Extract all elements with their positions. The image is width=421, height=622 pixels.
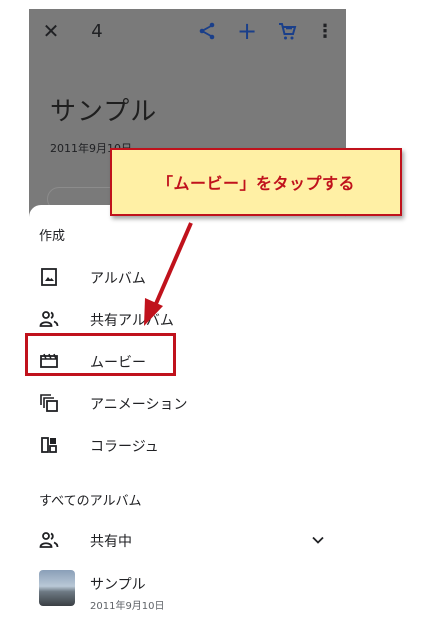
create-animation-item[interactable]: アニメーション <box>29 383 346 423</box>
shared-album-icon <box>39 309 59 329</box>
shared-albums-label: 共有中 <box>90 534 132 550</box>
chevron-down-icon[interactable] <box>310 532 326 548</box>
album-list-item[interactable]: サンプル 2011年9月10日 <box>29 565 346 613</box>
close-icon[interactable]: ✕ <box>39 17 63 45</box>
create-shared-album-label: 共有アルバム <box>90 313 174 329</box>
instruction-text: 「ムービー」をタップする <box>156 174 355 193</box>
create-album-item[interactable]: アルバム <box>29 257 346 297</box>
all-albums-section-title: すべてのアルバム <box>39 494 142 509</box>
people-icon <box>39 530 59 550</box>
more-vert-icon[interactable]: ⋮ <box>315 17 335 45</box>
movie-highlight-box <box>25 333 176 376</box>
cart-icon[interactable] <box>275 17 299 45</box>
share-icon[interactable] <box>195 17 219 45</box>
selected-count: 4 <box>91 20 103 42</box>
album-list-title: サンプル <box>90 577 146 593</box>
collage-icon <box>39 435 59 455</box>
album-thumbnail <box>39 570 75 606</box>
album-list-date: 2011年9月10日 <box>90 601 165 612</box>
create-animation-label: アニメーション <box>90 397 188 413</box>
shared-albums-row[interactable]: 共有中 <box>29 520 346 560</box>
add-icon[interactable]: + <box>235 17 259 45</box>
phone-screen: ✕ 4 + ⋮ サンプル 2011年9月10日 作成 アルバム 共有アルバム ム… <box>29 9 346 622</box>
create-section-title: 作成 <box>39 229 66 244</box>
album-title: サンプル <box>50 97 158 127</box>
create-album-label: アルバム <box>90 271 146 287</box>
create-bottom-sheet: 作成 アルバム 共有アルバム ムービー アニメーション コラージュ すべてのアル… <box>29 205 346 622</box>
album-icon <box>39 267 59 287</box>
animation-icon <box>39 393 59 413</box>
create-collage-label: コラージュ <box>90 439 159 455</box>
top-app-bar: ✕ 4 + ⋮ <box>29 9 346 53</box>
create-collage-item[interactable]: コラージュ <box>29 425 346 465</box>
instruction-callout: 「ムービー」をタップする <box>110 148 402 216</box>
